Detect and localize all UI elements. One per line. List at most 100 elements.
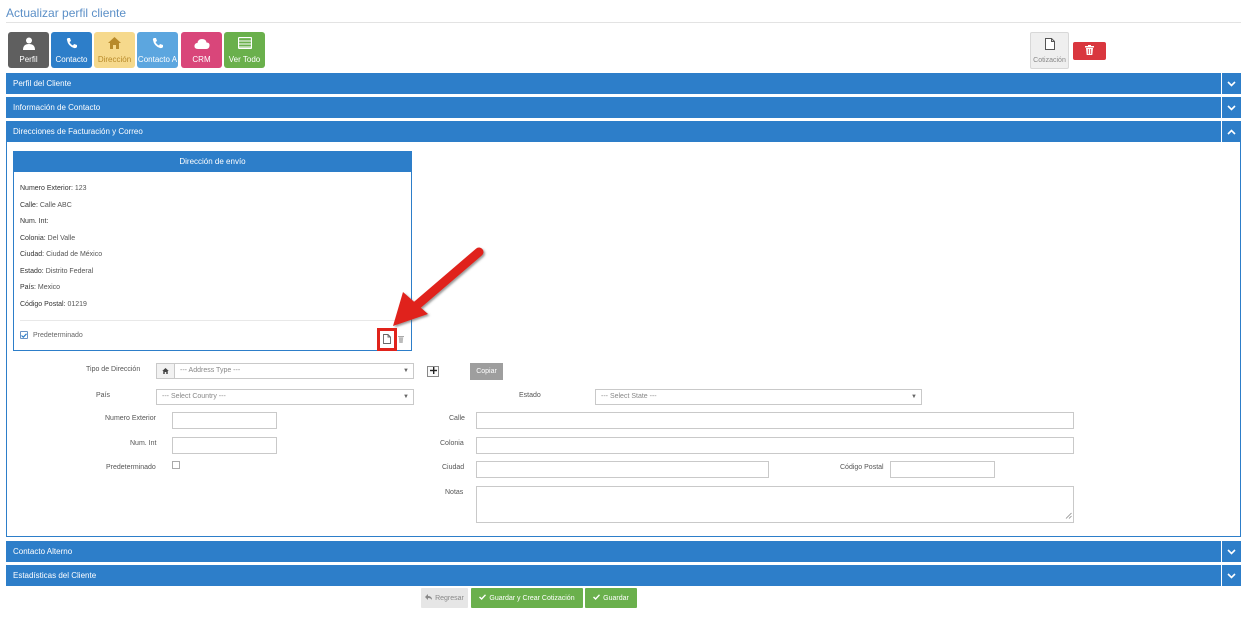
default-label: Predeterminado — [33, 331, 83, 339]
cp-label: Código Postal — [840, 464, 884, 471]
notas-label: Notas — [445, 489, 464, 496]
contacto-alterno-label: Contacto A — [137, 55, 178, 64]
colonia-label: Colonia — [440, 440, 464, 447]
numext-input[interactable] — [172, 412, 277, 429]
page-title: Actualizar perfil cliente — [6, 6, 127, 20]
regresar-button[interactable]: Regresar — [421, 588, 468, 608]
numint-label: Num. Int — [130, 440, 157, 447]
phone-icon — [51, 36, 92, 50]
copiar-button[interactable]: Copiar — [470, 363, 503, 380]
delete-address-icon[interactable] — [398, 335, 404, 345]
phone-icon — [137, 36, 178, 50]
numint-input[interactable] — [172, 437, 277, 454]
pais-select-value: --- Select Country --- — [162, 393, 226, 400]
home-icon — [94, 36, 135, 50]
calle-input[interactable] — [476, 412, 1074, 429]
cp-input[interactable] — [890, 461, 995, 478]
file-icon — [383, 333, 391, 346]
card-divider — [20, 320, 405, 321]
chevron-down-icon[interactable] — [1221, 541, 1241, 562]
perfil-button[interactable]: Perfil — [8, 32, 49, 68]
direccion-button[interactable]: Dirección — [94, 32, 135, 68]
predeterminado-label: Predeterminado — [106, 464, 156, 471]
colonia-input[interactable] — [476, 437, 1074, 454]
tipo-select[interactable]: --- Address Type --- ▼ — [174, 363, 414, 379]
contacto-button[interactable]: Contacto — [51, 32, 92, 68]
section-direcciones[interactable]: Direcciones de Facturación y Correo — [6, 121, 1241, 142]
plus-icon — [429, 367, 437, 376]
cotizacion-button[interactable]: Cotización — [1030, 32, 1069, 69]
section-perfil-title: Perfil del Cliente — [13, 79, 72, 88]
pais-label: País — [96, 392, 111, 399]
regresar-label: Regresar — [435, 594, 464, 602]
reply-icon — [425, 594, 433, 602]
section-contacto[interactable]: Información de Contacto — [6, 97, 1241, 118]
annotation-arrow — [393, 247, 484, 326]
crm-button[interactable]: CRM — [181, 32, 222, 68]
section-alterno[interactable]: Contacto Alterno — [6, 541, 1241, 562]
crm-label: CRM — [192, 55, 211, 64]
section-estadisticas-title: Estadísticas del Cliente — [13, 571, 97, 580]
address-line: Colonia: Del Valle — [20, 235, 76, 242]
notas-textarea[interactable] — [476, 486, 1074, 523]
chevron-down-icon[interactable] — [1221, 73, 1241, 94]
address-line: Código Postal: 01219 — [20, 301, 87, 308]
direccion-label: Dirección — [97, 55, 132, 64]
guardar-crear-label: Guardar y Crear Cotización — [489, 594, 575, 602]
caret-down-icon: ▼ — [403, 368, 409, 374]
delete-button[interactable] — [1073, 42, 1106, 60]
estado-select-value: --- Select State --- — [601, 393, 657, 400]
estado-label: Estado — [519, 392, 541, 399]
predeterminado-checkbox[interactable] — [172, 461, 180, 469]
chevron-down-icon[interactable] — [1221, 97, 1241, 118]
pais-select[interactable]: --- Select Country --- ▼ — [156, 389, 414, 405]
address-line: Estado: Distrito Federal — [20, 268, 94, 275]
file-icon — [1031, 38, 1068, 50]
resize-handle-icon[interactable] — [1065, 512, 1072, 521]
address-line: País: Mexico — [20, 284, 61, 291]
contacto-alterno-button[interactable]: Contacto A — [137, 32, 178, 68]
ver-todo-button[interactable]: Ver Todo — [224, 32, 265, 68]
check-icon — [479, 594, 487, 602]
caret-down-icon: ▼ — [911, 394, 917, 400]
user-icon — [8, 36, 49, 50]
perfil-label: Perfil — [19, 55, 38, 64]
section-contacto-title: Información de Contacto — [13, 103, 101, 112]
section-estadisticas[interactable]: Estadísticas del Cliente — [6, 565, 1241, 586]
address-line: Ciudad: Ciudad de México — [20, 251, 103, 258]
numext-label: Numero Exterior — [105, 415, 156, 422]
address-card-header: Dirección de envío — [14, 152, 411, 172]
section-perfil[interactable]: Perfil del Cliente — [6, 73, 1241, 94]
calle-label: Calle — [449, 415, 465, 422]
list-icon — [224, 36, 265, 50]
ciudad-input[interactable] — [476, 461, 769, 478]
address-line: Calle: Calle ABC — [20, 202, 72, 209]
guardar-label: Guardar — [603, 594, 629, 602]
cloud-icon — [181, 36, 222, 50]
default-indicator: Predeterminado — [20, 331, 83, 339]
address-line: Numero Exterior: 123 — [20, 185, 87, 192]
address-line: Num. Int: — [20, 218, 49, 225]
section-alterno-title: Contacto Alterno — [13, 547, 73, 556]
cotizacion-label: Cotización — [1033, 57, 1066, 64]
tipo-select-value: --- Address Type --- — [180, 367, 241, 374]
add-type-button[interactable] — [427, 366, 439, 377]
chevron-down-icon[interactable] — [1221, 565, 1241, 586]
chevron-up-icon[interactable] — [1221, 121, 1241, 142]
tipo-label: Tipo de Dirección — [86, 366, 141, 373]
caret-down-icon: ▼ — [403, 394, 409, 400]
tipo-addon — [156, 363, 175, 379]
ciudad-label: Ciudad — [442, 464, 465, 471]
ver-todo-label: Ver Todo — [228, 55, 261, 64]
section-direcciones-title: Direcciones de Facturación y Correo — [13, 127, 143, 136]
estado-select[interactable]: --- Select State --- ▼ — [595, 389, 922, 405]
guardar-button[interactable]: Guardar — [585, 588, 637, 608]
contacto-label: Contacto — [55, 55, 88, 64]
default-checkbox[interactable] — [20, 331, 28, 339]
guardar-crear-button[interactable]: Guardar y Crear Cotización — [471, 588, 583, 608]
address-card: Dirección de envío Numero Exterior: 123 … — [13, 151, 412, 351]
title-divider — [6, 22, 1241, 23]
trash-icon — [1085, 45, 1094, 57]
check-icon — [593, 594, 601, 602]
home-icon — [162, 367, 169, 376]
